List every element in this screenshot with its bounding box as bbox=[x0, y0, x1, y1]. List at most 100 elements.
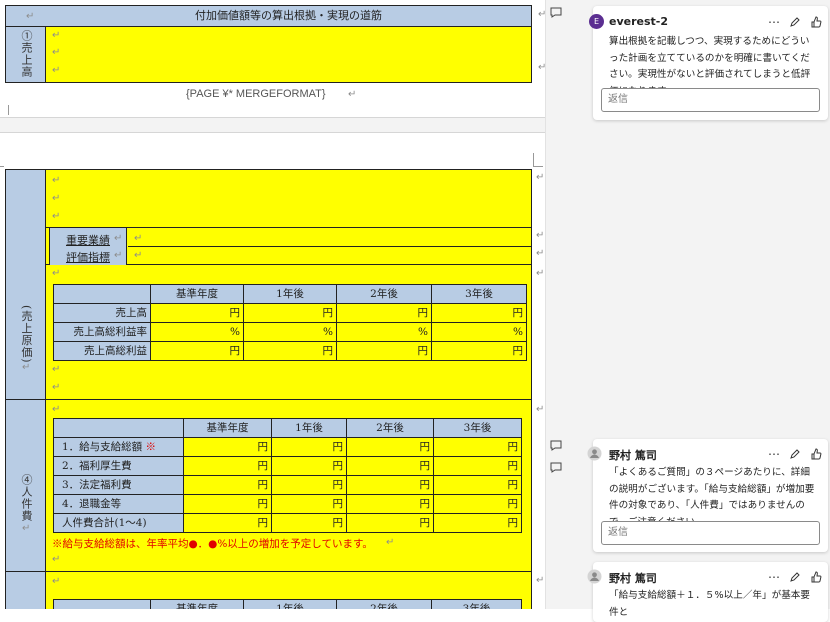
gross-profit-table[interactable]: 基準年度 1年後 2年後 3年後 売上高円円円円売上高総利益率%%%% 売上高総利益円円円… bbox=[53, 284, 527, 361]
row-end-mark: ↵ bbox=[536, 248, 545, 259]
table-row: 4．退職金等 円円円円 bbox=[53, 494, 522, 514]
value-cell[interactable]: 円 bbox=[243, 341, 337, 361]
value-cell[interactable]: 円 bbox=[271, 494, 347, 514]
comment-bubble-icon[interactable] bbox=[550, 440, 562, 451]
document-page-2[interactable]: ↵ ↵ ↵ 重要業績 ↵ 評価指標 ↵ ↵ ↵ (売上原価) ↵ ↵ ↵ ↵ 基… bbox=[0, 132, 545, 609]
paragraph-mark: ↵ bbox=[52, 404, 61, 415]
reply-input[interactable]: 返信 bbox=[601, 521, 820, 545]
sales-content-continued[interactable]: ↵ ↵ ↵ bbox=[46, 169, 532, 227]
note-marker: ※ bbox=[145, 440, 157, 453]
more-options-icon[interactable]: ⋯ bbox=[768, 16, 780, 28]
page-number-field[interactable]: {PAGE ¥* MERGEFORMAT} bbox=[186, 88, 326, 100]
value-cell[interactable]: 円 bbox=[346, 475, 434, 495]
sales-content-cell[interactable]: ↵ ↵ ↵ bbox=[46, 27, 532, 83]
edit-pencil-icon[interactable] bbox=[789, 571, 801, 583]
value-cell[interactable]: 円 bbox=[150, 303, 244, 323]
value-cell[interactable]: 円 bbox=[183, 475, 272, 495]
value-cell[interactable]: 円 bbox=[346, 513, 434, 533]
value-cell[interactable]: 円 bbox=[336, 341, 432, 361]
value-cell[interactable]: 円 bbox=[433, 475, 522, 495]
row-end-mark: ↵ bbox=[538, 10, 545, 20]
document-area[interactable]: ↵ 付加価値額等の算出根拠・実現の道筋 ①売上高 ↵ ↵ ↵ ↵ ↵ {PAGE… bbox=[0, 0, 575, 609]
page-edge bbox=[545, 0, 546, 609]
paragraph-mark: ↵ bbox=[52, 193, 61, 204]
table-row: 1．給与支給総額 ※ 円円円円 bbox=[53, 437, 522, 457]
row-label-text: 4．退職金等 bbox=[62, 497, 122, 510]
more-options-icon[interactable]: ⋯ bbox=[768, 571, 780, 583]
row-label: 売上高総利益率 bbox=[53, 322, 151, 342]
table-header-cell: 1年後 bbox=[243, 284, 337, 304]
value-cell[interactable]: 円 bbox=[346, 456, 434, 476]
table-header-row: 基準年度 1年後 2年後 3年後 bbox=[53, 418, 522, 438]
table-header-cell: 1年後 bbox=[271, 418, 347, 438]
cost-section-label: (売上原価) bbox=[20, 305, 33, 364]
reply-input[interactable]: 返信 bbox=[601, 88, 820, 112]
table-row: 売上高円円円円 bbox=[53, 303, 527, 323]
edit-pencil-icon[interactable] bbox=[789, 448, 801, 460]
value-cell[interactable]: % bbox=[150, 322, 244, 342]
cell-marker: ↵ bbox=[134, 233, 143, 244]
row-end-mark: ↵ bbox=[536, 230, 545, 241]
personnel-cost-table[interactable]: 基準年度 1年後 2年後 3年後 1．給与支給総額 ※ 円円円円 2．福利厚生費 円円円円3… bbox=[53, 418, 522, 533]
value-cell[interactable]: % bbox=[243, 322, 337, 342]
edit-pencil-icon[interactable] bbox=[789, 16, 801, 28]
paragraph-mark: ↵ bbox=[52, 364, 61, 375]
kpi-label-cell: 重要業績 ↵ 評価指標 ↵ bbox=[49, 228, 127, 265]
personnel-section-label: ④人件費 bbox=[20, 474, 33, 522]
value-cell[interactable]: 円 bbox=[433, 513, 522, 533]
value-cell[interactable]: 円 bbox=[271, 475, 347, 495]
value-cell[interactable]: 円 bbox=[433, 456, 522, 476]
value-cell[interactable]: 円 bbox=[183, 456, 272, 476]
paragraph-mark: ↵ bbox=[52, 65, 61, 76]
value-cell[interactable]: 円 bbox=[336, 303, 432, 323]
table-header-cell bbox=[53, 418, 184, 438]
value-cell[interactable]: % bbox=[431, 322, 527, 342]
paragraph-mark: ↵ bbox=[52, 211, 61, 222]
value-cell[interactable]: 円 bbox=[431, 341, 527, 361]
more-options-icon[interactable]: ⋯ bbox=[768, 448, 780, 460]
value-cell[interactable]: 円 bbox=[243, 303, 337, 323]
value-cell[interactable]: 円 bbox=[183, 437, 272, 457]
crop-mark bbox=[533, 153, 534, 167]
comment-card[interactable]: 野村 篤司 ⋯ 「よくあるご質問」の３ページあたりに、詳細の説明がございます。「… bbox=[587, 439, 828, 552]
section-label-sales: ①売上高 bbox=[20, 30, 33, 78]
value-cell[interactable]: 円 bbox=[183, 513, 272, 533]
value-cell[interactable]: 円 bbox=[271, 456, 347, 476]
thumbs-up-icon[interactable] bbox=[810, 16, 822, 28]
sales-label-cell-continued bbox=[5, 169, 46, 265]
comment-bubble-icon[interactable] bbox=[550, 462, 562, 473]
cell-marker: ↵ bbox=[26, 11, 35, 22]
kpi-row[interactable]: 重要業績 ↵ 評価指標 ↵ ↵ ↵ bbox=[46, 227, 532, 265]
value-cell[interactable]: 円 bbox=[271, 513, 347, 533]
value-cell[interactable]: 円 bbox=[346, 437, 434, 457]
table-header-cell bbox=[53, 284, 151, 304]
comment-card[interactable]: 野村 篤司 ⋯ 「給与支給総額＋１．５%以上／年」が基本要件と bbox=[587, 562, 828, 622]
value-cell[interactable]: 円 bbox=[433, 494, 522, 514]
value-cell[interactable]: 円 bbox=[150, 341, 244, 361]
comment-card[interactable]: E everest-2 ⋯ 算出根拠を記載しつつ、実現するためにどういった計画を… bbox=[589, 6, 828, 120]
cell-marker: ↵ bbox=[22, 523, 31, 534]
value-cell[interactable]: 円 bbox=[183, 494, 272, 514]
avatar-icon bbox=[587, 569, 602, 584]
value-cell[interactable]: % bbox=[336, 322, 432, 342]
value-cell[interactable]: 円 bbox=[431, 303, 527, 323]
value-cell[interactable]: 円 bbox=[346, 494, 434, 514]
paragraph-mark: ↵ bbox=[52, 30, 61, 41]
personnel-label-cell: ④人件費 ↵ bbox=[5, 400, 46, 572]
table-header-cell: 3年後 bbox=[431, 599, 522, 609]
value-cell[interactable]: 円 bbox=[433, 437, 522, 457]
row-label-text: 人件費合計(1～4) bbox=[62, 516, 147, 529]
next-table-header[interactable]: 基準年度 1年後 2年後 3年後 bbox=[53, 599, 522, 609]
cell-marker: ↵ bbox=[22, 362, 31, 373]
salary-increase-note: ※給与支給総額は、年率平均●．●%以上の増加を予定しています。 bbox=[52, 538, 373, 550]
row-end-mark: ↵ bbox=[536, 404, 545, 415]
document-page-1[interactable]: ↵ 付加価値額等の算出根拠・実現の道筋 ①売上高 ↵ ↵ ↵ ↵ ↵ {PAGE… bbox=[0, 0, 545, 118]
table-title: 付加価値額等の算出根拠・実現の道筋 bbox=[195, 9, 382, 22]
comment-bubble-icon[interactable] bbox=[550, 7, 562, 18]
crop-mark bbox=[8, 105, 9, 115]
thumbs-up-icon[interactable] bbox=[810, 448, 822, 460]
table-row: 人件費合計(1～4) 円円円円 bbox=[53, 513, 522, 533]
thumbs-up-icon[interactable] bbox=[810, 571, 822, 583]
table-row: 3．法定福利費 円円円円 bbox=[53, 475, 522, 495]
value-cell[interactable]: 円 bbox=[271, 437, 347, 457]
